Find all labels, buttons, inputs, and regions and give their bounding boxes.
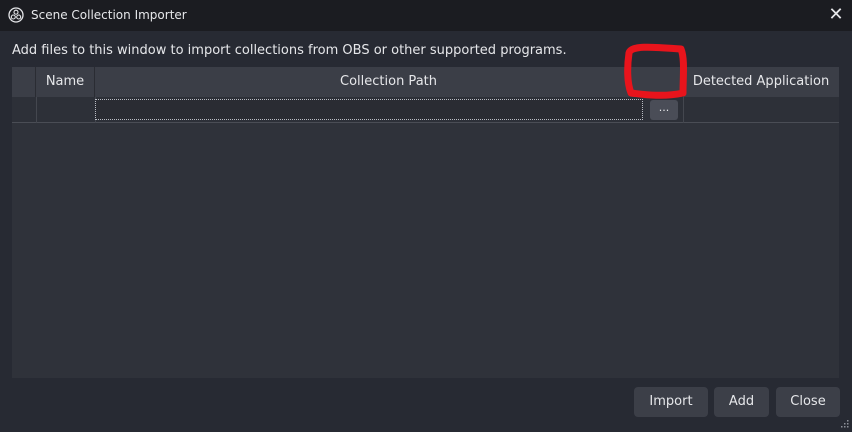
close-button[interactable]: Close xyxy=(776,387,840,417)
window-title: Scene Collection Importer xyxy=(31,8,187,22)
collection-path-input[interactable] xyxy=(95,99,643,120)
add-button[interactable]: Add xyxy=(714,387,769,417)
dialog-body: Add files to this window to import colle… xyxy=(0,31,852,432)
column-divider xyxy=(683,97,684,123)
description-text: Add files to this window to import colle… xyxy=(12,43,567,58)
browse-button[interactable]: ... xyxy=(650,100,678,120)
header-corner xyxy=(12,67,36,97)
obs-logo-icon xyxy=(8,7,24,23)
collections-table[interactable]: Name Collection Path Detected Applicatio… xyxy=(12,67,839,378)
import-button[interactable]: Import xyxy=(634,387,708,417)
resize-grip-icon[interactable] xyxy=(840,419,850,429)
column-divider xyxy=(36,97,37,123)
close-icon[interactable]: ✕ xyxy=(824,4,848,26)
header-name[interactable]: Name xyxy=(36,67,95,97)
header-detected-application[interactable]: Detected Application xyxy=(683,67,839,97)
title-bar: Scene Collection Importer ✕ xyxy=(0,0,852,31)
header-collection-path[interactable]: Collection Path xyxy=(95,67,683,97)
